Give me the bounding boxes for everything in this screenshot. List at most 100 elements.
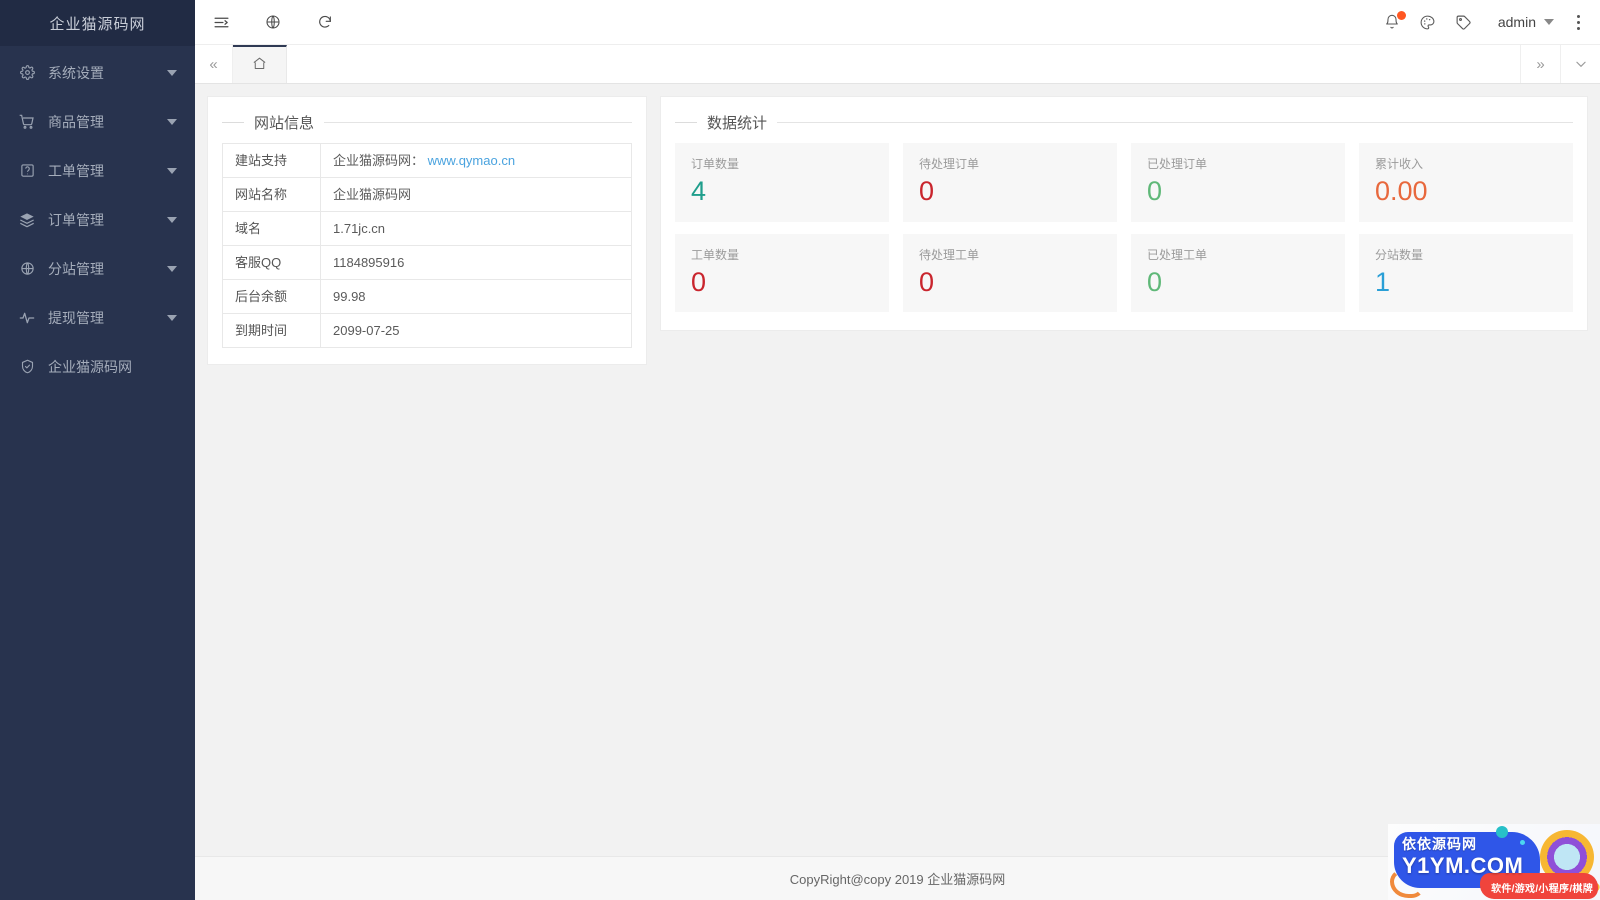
sidebar-item-system-settings[interactable]: 系统设置 [0, 48, 195, 97]
statistics-header: 数据统计 [675, 97, 1573, 143]
menu-toggle-icon[interactable] [195, 0, 247, 44]
stat-card-order-count[interactable]: 订单数量 4 [675, 143, 889, 222]
refresh-icon[interactable] [299, 0, 351, 44]
divider [324, 121, 632, 123]
stat-card-ticket-count[interactable]: 工单数量 0 [675, 233, 889, 313]
stat-card-processed-tickets[interactable]: 已处理工单 0 [1131, 233, 1345, 313]
pulse-icon [17, 308, 37, 328]
stat-value: 0.00 [1375, 176, 1428, 207]
stat-label: 工单数量 [691, 247, 740, 262]
stat-card-pending-tickets[interactable]: 待处理工单 0 [903, 233, 1117, 313]
tab-dropdown-button[interactable] [1560, 45, 1600, 83]
stat-label: 已处理工单 [1147, 247, 1208, 262]
stat-card-substation-count[interactable]: 分站数量 1 [1359, 233, 1573, 313]
palette-icon[interactable] [1410, 0, 1446, 44]
stat-value: 0 [691, 267, 707, 298]
home-icon [252, 56, 267, 74]
row-value: 99.98 [320, 279, 632, 314]
watermark-cn-name: 依依源码网 [1402, 836, 1477, 852]
row-key: 建站支持 [222, 143, 321, 178]
chevron-down-icon [167, 216, 177, 223]
watermark-en-name: Y1YM.COM [1402, 852, 1524, 878]
support-site-link[interactable]: www.qymao.cn [428, 153, 515, 168]
watermark-tagline: 软件/游戏/小程序/棋牌 [1491, 884, 1593, 895]
row-key: 后台余额 [222, 279, 321, 314]
statistics-grid: 订单数量 4 待处理订单 0 已处理订单 0 累计收入 0.00 工单数量 0 … [675, 143, 1573, 314]
sidebar-item-label: 提现管理 [48, 309, 104, 326]
stat-value: 0 [919, 267, 935, 298]
gear-icon [17, 63, 37, 83]
chevron-down-icon [167, 265, 177, 272]
sidebar-item-product-management[interactable]: 商品管理 [0, 97, 195, 146]
chevron-down-icon [167, 118, 177, 125]
table-row: 域名 1.71jc.cn [222, 211, 632, 246]
sidebar-item-label: 订单管理 [48, 211, 104, 228]
stat-label: 待处理订单 [919, 157, 980, 171]
tab-home[interactable] [233, 45, 287, 83]
stat-label: 待处理工单 [919, 247, 980, 262]
admin-dashboard: 企业猫源码网 系统设置 商品管理 工单管理 订单管理 分站管理 提现管理 企业猫… [0, 0, 1600, 900]
sidebar-nav: 系统设置 商品管理 工单管理 订单管理 分站管理 提现管理 企业猫源码网 [0, 46, 195, 391]
sidebar-item-label: 系统设置 [48, 64, 104, 81]
chevron-down-icon [167, 69, 177, 76]
watermark-text: 依依源码网 Y1YM.COM [1402, 836, 1523, 878]
sidebar-item-ticket-management[interactable]: 工单管理 [0, 146, 195, 195]
sidebar-item-withdrawal-management[interactable]: 提现管理 [0, 293, 195, 342]
shield-icon [17, 357, 37, 377]
main-region: admin « » 网站信息 建站支持 企业猫源码网： www.qymao.cn… [195, 0, 1600, 900]
row-value: 1.71jc.cn [320, 211, 632, 246]
row-value: 企业猫源码网 [320, 177, 632, 212]
tab-scroll-prev-label: « [209, 55, 218, 73]
sidebar-item-label: 企业猫源码网 [48, 358, 132, 375]
stat-value: 0 [919, 176, 935, 207]
row-value-text: 企业猫源码网： [333, 152, 425, 168]
row-key: 网站名称 [222, 177, 321, 212]
user-menu-label: admin [1497, 14, 1536, 30]
stat-value: 1 [1375, 267, 1391, 298]
tab-scroll-next-button[interactable]: » [1520, 45, 1560, 83]
ticket-icon [17, 161, 37, 181]
sidebar-item-substation-management[interactable]: 分站管理 [0, 244, 195, 293]
row-key: 客服QQ [222, 245, 321, 280]
stat-card-total-income[interactable]: 累计收入 0.00 [1359, 143, 1573, 222]
stat-value: 0 [1147, 267, 1163, 298]
stat-label: 分站数量 [1375, 247, 1424, 262]
row-value: 企业猫源码网： www.qymao.cn [320, 143, 632, 178]
bell-icon[interactable] [1374, 0, 1410, 44]
cart-icon [17, 112, 37, 132]
top-header: admin [195, 0, 1600, 45]
stat-label: 订单数量 [691, 157, 740, 171]
more-options-icon[interactable] [1564, 0, 1592, 44]
tag-icon[interactable] [1446, 0, 1482, 44]
stat-card-pending-orders[interactable]: 待处理订单 0 [903, 143, 1117, 222]
table-row: 到期时间 2099-07-25 [222, 313, 632, 348]
row-key: 域名 [222, 211, 321, 246]
user-menu[interactable]: admin [1482, 0, 1564, 44]
tab-scroll-prev-button[interactable]: « [195, 45, 233, 83]
content-area: 网站信息 建站支持 企业猫源码网： www.qymao.cn 网站名称 企业猫源… [195, 84, 1600, 856]
sidebar: 企业猫源码网 系统设置 商品管理 工单管理 订单管理 分站管理 提现管理 企业猫… [0, 0, 195, 900]
sidebar-item-order-management[interactable]: 订单管理 [0, 195, 195, 244]
panel-title-text: 网站信息 [254, 114, 315, 132]
watermark-banner: 依依源码网 Y1YM.COM 软件/游戏/小程序/棋牌 [1388, 824, 1600, 900]
divider [777, 121, 1573, 123]
stat-value: 4 [691, 176, 707, 207]
globe-icon[interactable] [247, 0, 299, 44]
sidebar-item-label: 商品管理 [48, 113, 104, 130]
website-info-table: 建站支持 企业猫源码网： www.qymao.cn 网站名称 企业猫源码网 域名… [222, 143, 632, 348]
table-row: 后台余额 99.98 [222, 279, 632, 314]
stat-label: 已处理订单 [1147, 157, 1208, 171]
sidebar-item-brand-link[interactable]: 企业猫源码网 [0, 342, 195, 391]
panel-title-text: 数据统计 [707, 114, 768, 132]
sidebar-item-label: 分站管理 [48, 260, 104, 277]
stat-card-processed-orders[interactable]: 已处理订单 0 [1131, 143, 1345, 222]
chevron-down-icon [1544, 19, 1554, 25]
row-value: 1184895916 [320, 245, 632, 280]
sidebar-logo[interactable]: 企业猫源码网 [0, 0, 195, 46]
globe-icon [17, 259, 37, 279]
divider [222, 121, 244, 123]
copyright-text: CopyRight@copy 2019 企业猫源码网 [789, 872, 1006, 887]
tab-scroll-next-label: » [1536, 55, 1545, 73]
chevron-down-icon [167, 314, 177, 321]
notification-badge [1396, 11, 1406, 20]
